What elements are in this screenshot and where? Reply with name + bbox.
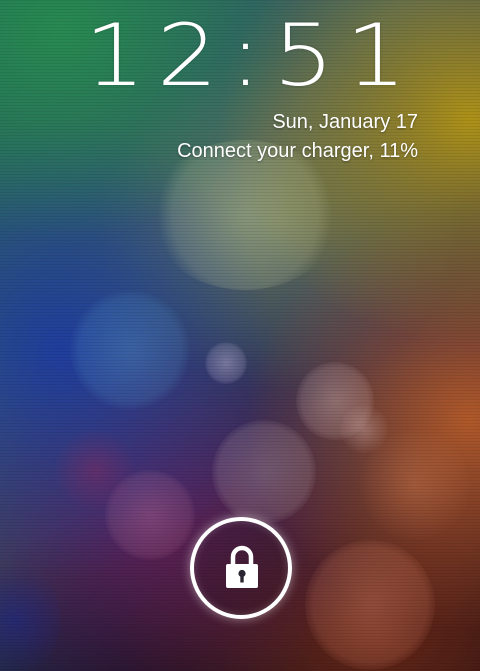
battery-status-text: Connect your charger, 11% [177, 140, 418, 162]
date-text: Sun, January 17 [272, 111, 418, 133]
wallpaper-bokeh [55, 430, 135, 510]
wallpaper-bokeh [0, 560, 60, 671]
wallpaper-bokeh [360, 430, 470, 540]
wallpaper-bokeh [305, 540, 435, 670]
wallpaper-bokeh [105, 470, 195, 560]
wallpaper-bokeh [296, 362, 374, 440]
lock-screen: 12:51 Sun, January 17 Connect your charg… [0, 0, 480, 671]
wallpaper-bokeh [340, 405, 388, 453]
clock-time: 12:51 [84, 6, 418, 106]
wallpaper-bokeh [70, 290, 190, 410]
unlock-button[interactable] [190, 517, 292, 619]
lock-icon [226, 545, 258, 588]
wallpaper-bokeh [212, 420, 316, 524]
wallpaper-bokeh [205, 342, 247, 384]
